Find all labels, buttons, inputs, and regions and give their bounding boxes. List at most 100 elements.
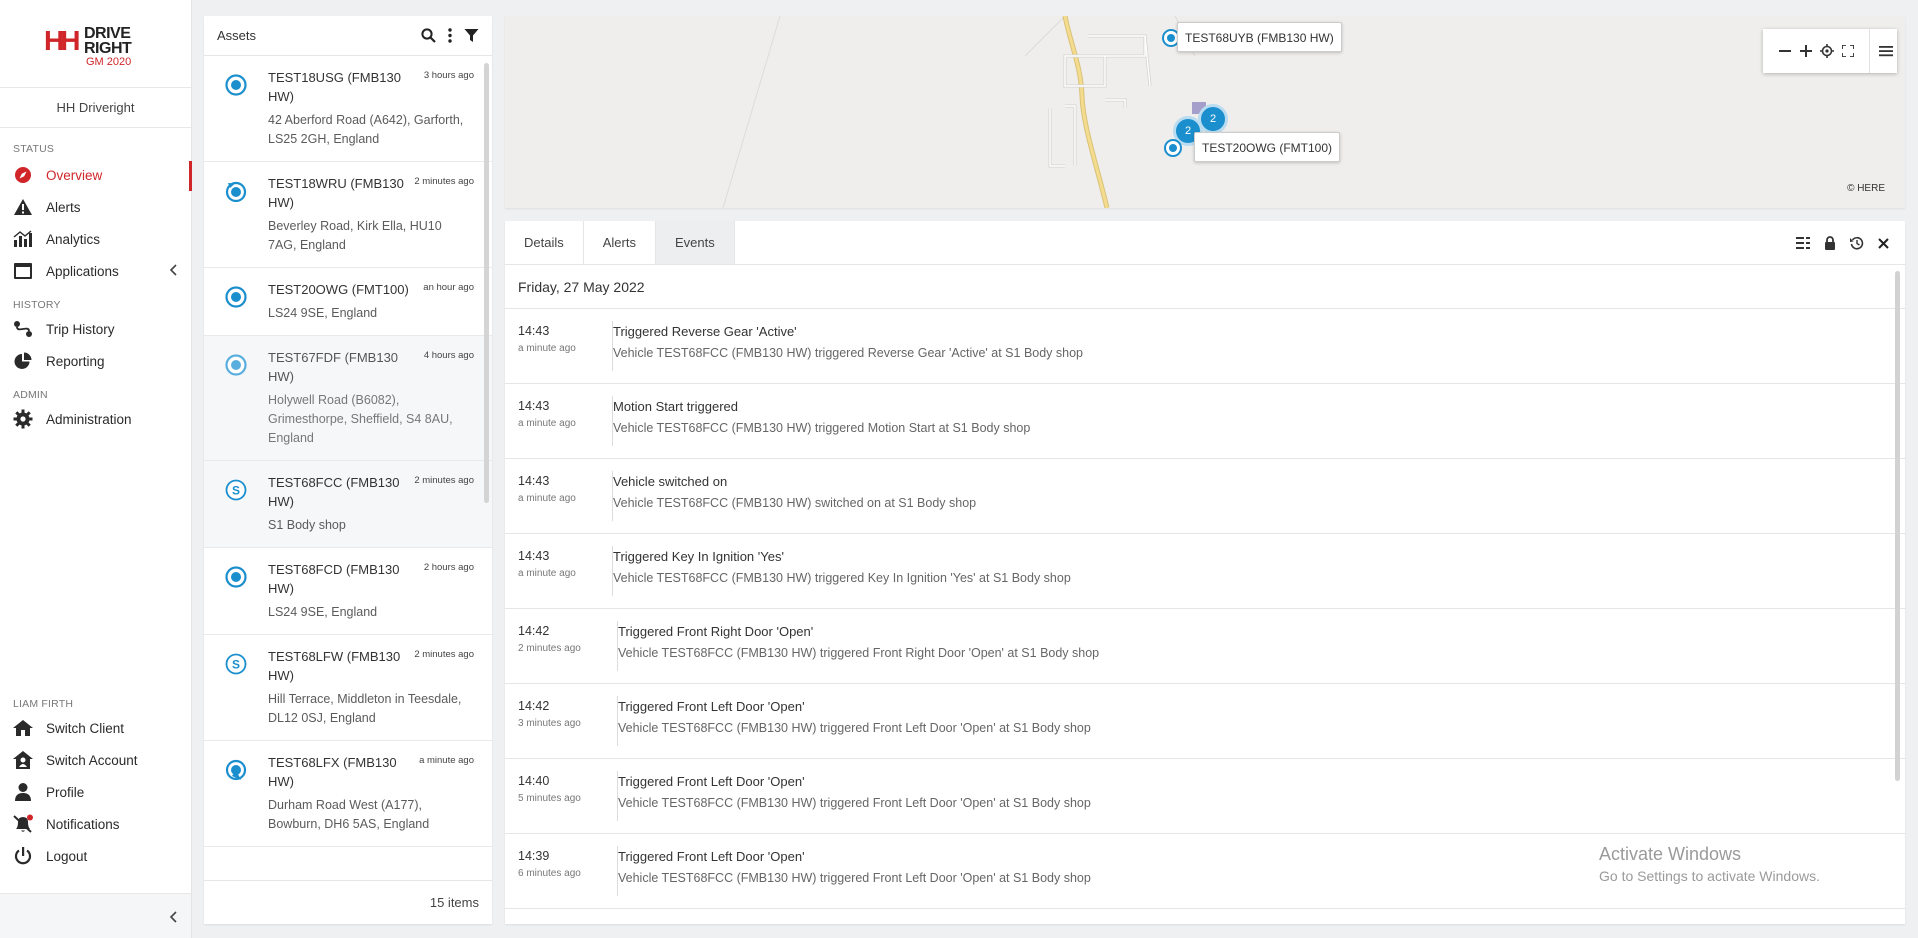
tab-alerts[interactable]: Alerts	[584, 221, 656, 264]
zoom-out-icon[interactable]	[1774, 39, 1795, 63]
fullscreen-icon[interactable]	[1838, 39, 1859, 63]
asset-row[interactable]: TEST68FCD (FMB130 HW) 2 hours ago LS24 9…	[204, 548, 492, 635]
event-row[interactable]: 14:43 a minute ago Motion Start triggere…	[505, 384, 1905, 459]
asset-row[interactable]: TEST68LFX (FMB130 HW) a minute ago Durha…	[204, 741, 492, 847]
nav-label-administration: Administration	[46, 411, 132, 427]
client-name: HH Driveright	[0, 88, 191, 128]
event-title: Triggered Front Left Door 'Open'	[618, 699, 805, 714]
nav-label-reporting: Reporting	[46, 353, 105, 369]
asset-name: TEST68FCC (FMB130 HW)	[268, 475, 400, 509]
asset-list-scrollbar[interactable]	[484, 63, 489, 503]
zoom-in-icon[interactable]	[1795, 39, 1816, 63]
asset-list[interactable]: TEST18USG (FMB130 HW) 3 hours ago 42 Abe…	[204, 56, 492, 880]
collapse-sidebar-bar[interactable]	[0, 893, 191, 938]
event-time: 14:43	[518, 474, 550, 488]
nav-label-switch-account: Switch Account	[46, 752, 138, 768]
close-icon[interactable]	[1870, 233, 1897, 253]
main-navigation: HH DRIVE RIGHT GM 2020 HH Driveright STA…	[0, 0, 192, 938]
map-vehicle-label[interactable]: TEST20OWG (FMT100)	[1194, 132, 1341, 162]
event-title: Triggered Front Left Door 'Open'	[618, 774, 805, 789]
window-icon	[12, 260, 34, 282]
event-ago: a minute ago	[518, 493, 576, 504]
nav-item-administration[interactable]: Administration	[0, 403, 191, 435]
svg-text:S: S	[232, 484, 240, 498]
event-time: 14:39	[518, 849, 550, 863]
nav-item-trip-history[interactable]: Trip History	[0, 313, 191, 345]
filter-icon[interactable]	[464, 28, 479, 43]
assets-title: Assets	[217, 28, 257, 43]
nav-item-profile[interactable]: Profile	[0, 776, 191, 808]
tab-events[interactable]: Events	[655, 221, 735, 264]
chevron-left-icon[interactable]	[169, 264, 179, 279]
asset-address: S1 Body shop	[268, 518, 346, 532]
asset-row[interactable]: S TEST68LFW (FMB130 HW) 2 minutes ago Hi…	[204, 635, 492, 741]
event-description: Vehicle TEST68FCC (FMB130 HW) switched o…	[613, 496, 977, 510]
asset-time: 2 minutes ago	[414, 176, 474, 187]
event-title: Triggered Key In Ignition 'Yes'	[613, 549, 784, 564]
event-title: Triggered Reverse Gear 'Active'	[613, 324, 797, 339]
location-pin-icon	[225, 566, 247, 588]
nav-section-admin: ADMIN	[13, 389, 48, 401]
event-row[interactable]: 14:43 a minute ago Vehicle switched on V…	[505, 459, 1905, 534]
chevron-left-icon[interactable]	[169, 910, 179, 928]
map-cluster-marker[interactable]: 2	[1198, 104, 1228, 134]
events-scrollbar[interactable]	[1895, 271, 1900, 781]
nav-item-logout[interactable]: Logout	[0, 840, 191, 872]
asset-row[interactable]: TEST18WRU (FMB130 HW) 2 minutes ago Beve…	[204, 162, 492, 268]
nav-item-reporting[interactable]: Reporting	[0, 345, 191, 377]
nav-item-analytics[interactable]: Analytics	[0, 223, 191, 255]
nav-item-alerts[interactable]: Alerts	[0, 191, 191, 223]
svg-text:GM 2020: GM 2020	[86, 56, 131, 68]
asset-time: 2 hours ago	[423, 562, 474, 573]
event-row[interactable]: 14:42 3 minutes ago Triggered Front Left…	[505, 684, 1905, 759]
event-description: Vehicle TEST68FCC (FMB130 HW) triggered …	[613, 571, 1071, 585]
event-ago: a minute ago	[518, 343, 576, 354]
nav-item-overview[interactable]: Overview	[0, 159, 192, 191]
brand-logo[interactable]: HH DRIVE RIGHT GM 2020	[0, 0, 191, 88]
search-icon[interactable]	[421, 28, 436, 43]
location-pin-icon	[225, 74, 247, 96]
nav-label-notifications: Notifications	[46, 816, 120, 832]
menu-icon[interactable]	[1876, 39, 1897, 63]
nav-label-logout: Logout	[46, 848, 88, 864]
lock-icon[interactable]	[1816, 233, 1843, 253]
stopped-s-icon: S	[225, 653, 247, 675]
map-marker[interactable]	[1164, 139, 1182, 157]
asset-time: 2 minutes ago	[414, 649, 474, 660]
map-view[interactable]: TEST68UYB (FMB130 HW) 2 2 TEST20OWG (FMT…	[505, 16, 1905, 208]
event-row[interactable]: 14:40 5 minutes ago Triggered Front Left…	[505, 759, 1905, 834]
locate-icon[interactable]	[1816, 39, 1837, 63]
asset-name: TEST68LFX (FMB130 HW)	[268, 755, 397, 789]
nav-label-switch-client: Switch Client	[46, 720, 125, 736]
event-time: 14:40	[518, 774, 550, 788]
asset-row[interactable]: S TEST68FCC (FMB130 HW) 2 minutes ago S1…	[204, 461, 492, 548]
nav-item-applications[interactable]: Applications	[0, 255, 191, 287]
event-time: 14:43	[518, 324, 550, 338]
asset-time: an hour ago	[423, 282, 474, 293]
event-ago: 6 minutes ago	[518, 868, 581, 879]
asset-address: LS24 9SE, England	[268, 605, 378, 619]
event-row[interactable]: 14:42 2 minutes ago Triggered Front Righ…	[505, 609, 1905, 684]
asset-row[interactable]: TEST20OWG (FMT100) an hour ago LS24 9SE,…	[204, 268, 492, 336]
stopped-s-icon: S	[225, 479, 247, 501]
event-time: 14:43	[518, 549, 550, 563]
asset-row[interactable]: TEST18USG (FMB130 HW) 3 hours ago 42 Abe…	[204, 56, 492, 162]
event-row[interactable]: 14:43 a minute ago Triggered Key In Igni…	[505, 534, 1905, 609]
nav-item-switch-account[interactable]: Switch Account	[0, 744, 191, 776]
map-vehicle-label[interactable]: TEST68UYB (FMB130 HW)	[1177, 22, 1342, 52]
nav-item-switch-client[interactable]: Switch Client	[0, 712, 191, 744]
bar-chart-icon	[12, 228, 34, 250]
nav-item-notifications[interactable]: Notifications	[0, 808, 191, 840]
event-time: 14:42	[518, 624, 550, 638]
event-title: Triggered Front Left Door 'Open'	[618, 849, 805, 864]
list-settings-icon[interactable]	[1789, 233, 1816, 253]
tab-details[interactable]: Details	[505, 221, 584, 264]
asset-address: Beverley Road, Kirk Ella, HU10 7AG, Engl…	[268, 219, 442, 252]
user-menu: LIAM FIRTH Switch Client Switch Account …	[0, 696, 191, 872]
event-row[interactable]: 14:43 a minute ago Triggered Reverse Gea…	[505, 309, 1905, 384]
history-icon[interactable]	[1843, 233, 1870, 253]
gear-icon	[12, 408, 34, 430]
more-vertical-icon[interactable]	[446, 28, 454, 43]
activate-windows-watermark: Activate Windows Go to Settings to activ…	[1599, 844, 1820, 884]
asset-row[interactable]: TEST67FDF (FMB130 HW) 4 hours ago Holywe…	[204, 336, 492, 461]
